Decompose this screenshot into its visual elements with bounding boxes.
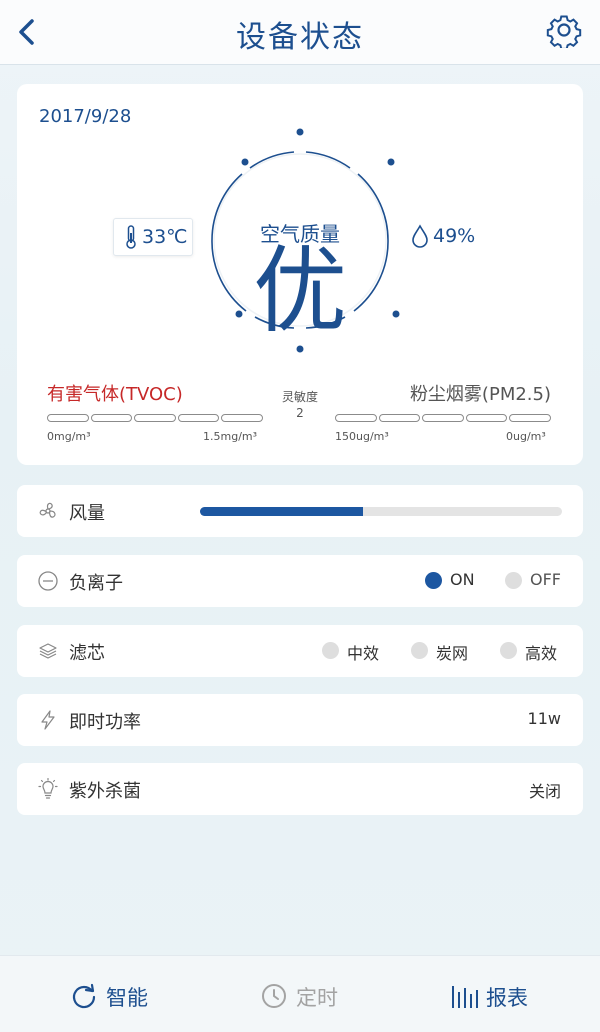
bottom-nav: 智能 定时 报表 [0,955,600,1032]
level-segment [90,414,133,422]
power-row: 即时功率 11w [17,694,583,746]
tvoc-label: 有害气体(TVOC) [47,384,183,405]
pm25-max-label: 0ug/m³ [506,430,546,443]
nav-smart-label: 智能 [106,986,148,1010]
level-segment [422,414,464,422]
level-segment [378,414,421,422]
radio-selected [425,572,442,589]
level-segment [335,414,377,422]
anion-off-label: OFF [530,570,561,589]
level-segment [134,414,176,422]
air-status-card: 2017/9/28 空气质量 优 33℃ 49% 有害气体(TVOC) 粉尘烟雾… [17,84,583,465]
radio-unselected [322,642,339,659]
nav-timer-label: 定时 [296,986,338,1010]
thermometer-icon [126,225,136,249]
filter-row: 滤芯 中效 炭网 高效 [17,625,583,677]
filter-option-label: 中效 [347,644,380,663]
radio-unselected [500,642,517,659]
layers-icon [39,643,57,659]
temperature-value: 33℃ [142,226,188,248]
fan-speed-fill [200,507,363,516]
uv-label: 紫外杀菌 [69,781,141,802]
radio-unselected [505,572,522,589]
air-quality-value: 优 [252,237,347,346]
level-segment [221,414,263,422]
filter-option-label: 高效 [525,644,558,663]
lightning-icon [41,710,55,730]
level-segment [509,414,551,422]
fan-speed-row: 风量 [17,485,583,537]
anion-on-label: ON [450,570,475,589]
clock-icon [262,984,286,1008]
tvoc-level-bar [47,414,263,422]
level-segment [47,414,89,422]
level-segment [465,414,508,422]
fan-speed-label: 风量 [69,503,105,524]
fan-speed-slider[interactable] [200,507,562,516]
pm25-label: 粉尘烟雾(PM2.5) [409,384,551,405]
filter-label: 滤芯 [69,643,105,664]
radio-unselected [411,642,428,659]
lightbulb-icon [38,778,58,799]
humidity-value: 49% [433,225,476,247]
water-drop-icon [412,224,428,248]
header: 设备状态 [0,0,600,65]
page-title: 设备状态 [236,20,364,55]
air-quality-dial: 空气质量 优 [187,122,413,358]
tvoc-min-label: 0mg/m³ [47,430,91,443]
sensitivity-value: 2 [296,406,304,420]
gear-icon[interactable] [546,12,582,48]
refresh-icon [72,983,96,1009]
temperature-badge: 33℃ [113,218,193,256]
anion-row: 负离子 ON OFF [17,555,583,607]
pm25-min-label: 150ug/m³ [335,430,389,443]
nav-report-label: 报表 [486,986,528,1010]
minus-circle-icon [38,571,58,591]
fan-icon [39,502,56,518]
tvoc-max-label: 1.5mg/m³ [203,430,258,443]
date-label: 2017/9/28 [39,106,132,127]
level-segment [177,414,220,422]
bars-icon [452,986,478,1008]
anion-label: 负离子 [69,573,123,594]
uv-value: 关闭 [528,782,561,801]
pm25-level-bar [335,414,551,422]
filter-option-label: 炭网 [436,644,469,663]
power-value: 11w [527,709,561,728]
uv-row: 紫外杀菌 关闭 [17,763,583,815]
power-label: 即时功率 [69,712,141,733]
sensitivity-label: 灵敏度 [281,390,318,404]
